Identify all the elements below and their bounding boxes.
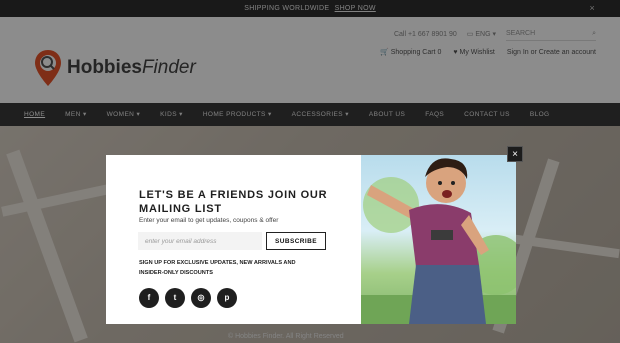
popup-close-button[interactable]: × xyxy=(507,146,523,162)
popup-title: LET'S BE A FRIENDS JOIN OUR MAILING LIST xyxy=(139,189,328,215)
instagram-icon[interactable]: ◎ xyxy=(191,288,211,308)
signup-note: SIGN UP FOR EXCLUSIVE UPDATES, NEW ARRIV… xyxy=(139,260,296,276)
social-links: f t ◎ p xyxy=(139,288,237,308)
popup-photo xyxy=(361,155,516,324)
facebook-icon[interactable]: f xyxy=(139,288,159,308)
pinterest-icon[interactable]: p xyxy=(217,288,237,308)
newsletter-popup: LET'S BE A FRIENDS JOIN OUR MAILING LIST… xyxy=(106,155,516,324)
email-field[interactable] xyxy=(138,232,262,250)
subscribe-button[interactable]: SUBSCRIBE xyxy=(266,232,326,250)
twitter-icon[interactable]: t xyxy=(165,288,185,308)
child-photo-illustration xyxy=(361,158,516,324)
popup-subtitle: Enter your email to get updates, coupons… xyxy=(139,217,279,224)
